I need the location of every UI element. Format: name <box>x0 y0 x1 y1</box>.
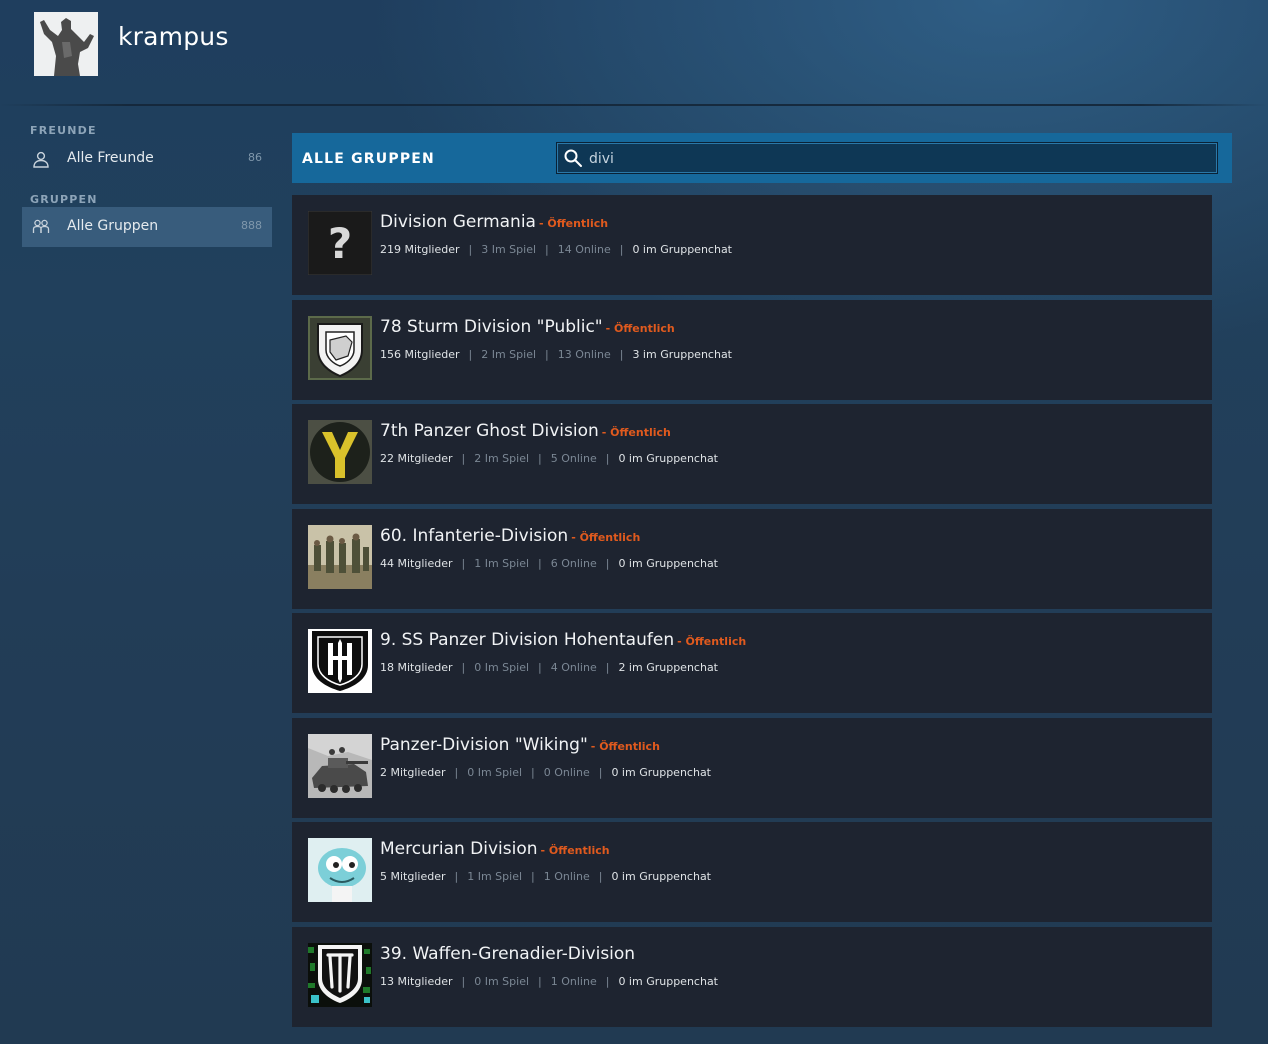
group-row[interactable]: 39. Waffen-Grenadier-Division 13 Mitglie… <box>292 927 1212 1027</box>
sidebar-item-label: Alle Gruppen <box>67 218 159 234</box>
group-name[interactable]: Panzer-Division "Wiking" <box>380 735 588 755</box>
member-count: 5 Mitglieder <box>380 870 446 883</box>
group-name[interactable]: 9. SS Panzer Division Hohentaufen <box>380 630 674 650</box>
online-count: 1 Online <box>543 870 590 883</box>
group-visibility-badge: - Öffentlich <box>677 635 747 648</box>
group-stats: 44 Mitglieder | 1 Im Spiel | 6 Online | 0 im G… <box>380 557 718 570</box>
profile-username[interactable]: krampus <box>118 22 229 51</box>
member-count: 2 Mitglieder <box>380 766 446 779</box>
profile-avatar[interactable] <box>34 12 98 76</box>
friends-heading: FREUNDE <box>30 124 97 137</box>
in-game-count: 3 Im Spiel <box>481 243 537 256</box>
in-game-count: 0 Im Spiel <box>474 975 530 988</box>
group-stats: 13 Mitglieder | 0 Im Spiel | 1 Online | 0 im G… <box>380 975 718 988</box>
group-name[interactable]: 39. Waffen-Grenadier-Division <box>380 944 635 964</box>
member-count: 13 Mitglieder <box>380 975 453 988</box>
group-visibility-badge: - Öffentlich <box>601 426 671 439</box>
group-stats: 5 Mitglieder | 1 Im Spiel | 1 Online | 0 im Gr… <box>380 870 711 883</box>
group-name[interactable]: Division Germania <box>380 212 536 232</box>
group-visibility-badge: - Öffentlich <box>605 322 675 335</box>
group-stats: 156 Mitglieder | 2 Im Spiel | 13 Online | 3 im… <box>380 348 732 361</box>
in-game-count: 2 Im Spiel <box>481 348 537 361</box>
group-name[interactable]: 7th Panzer Ghost Division <box>380 421 599 441</box>
group-visibility-badge: - Öffentlich <box>540 844 610 857</box>
group-chat-count[interactable]: 0 im Gruppenchat <box>618 975 718 988</box>
groups-title: ALLE GRUPPEN <box>302 151 435 167</box>
group-row[interactable]: 7th Panzer Ghost Division - Öffentlich 22… <box>292 404 1212 504</box>
member-count: 156 Mitglieder <box>380 348 460 361</box>
group-chat-count[interactable]: 2 im Gruppenchat <box>618 661 718 674</box>
group-avatar[interactable] <box>308 420 372 484</box>
group-row[interactable]: ? Division Germania - Öffentlich 219 Mitg… <box>292 195 1212 295</box>
group-row[interactable]: 60. Infanterie-Division - Öffentlich 44 M… <box>292 509 1212 609</box>
member-count: 22 Mitglieder <box>380 452 453 465</box>
header-divider <box>0 104 1268 106</box>
sidebar-item-all-friends[interactable]: Alle Freunde 86 <box>22 139 272 179</box>
in-game-count: 1 Im Spiel <box>474 557 530 570</box>
in-game-count: 0 Im Spiel <box>474 661 530 674</box>
group-name[interactable]: 60. Infanterie-Division <box>380 526 568 546</box>
group-search-input[interactable] <box>587 147 1191 171</box>
group-chat-count[interactable]: 0 im Gruppenchat <box>611 870 711 883</box>
groups-heading: GRUPPEN <box>30 193 98 206</box>
group-avatar[interactable] <box>308 734 372 798</box>
group-avatar[interactable]: ? <box>308 211 372 275</box>
sidebar-item-all-groups[interactable]: Alle Gruppen 888 <box>22 207 272 247</box>
group-stats: 2 Mitglieder | 0 Im Spiel | 0 Online | 0 im Gr… <box>380 766 711 779</box>
group-row[interactable]: Mercurian Division - Öffentlich 5 Mitglie… <box>292 822 1212 922</box>
member-count: 44 Mitglieder <box>380 557 453 570</box>
group-visibility-badge: - Öffentlich <box>590 740 660 753</box>
group-name[interactable]: 78 Sturm Division "Public" <box>380 317 603 337</box>
group-chat-count[interactable]: 0 im Gruppenchat <box>618 557 718 570</box>
in-game-count: 0 Im Spiel <box>467 766 523 779</box>
online-count: 13 Online <box>557 348 611 361</box>
svg-text:?: ? <box>328 219 352 268</box>
group-stats: 22 Mitglieder | 2 Im Spiel | 5 Online | 0 im G… <box>380 452 718 465</box>
group-avatar[interactable] <box>308 316 372 380</box>
group-avatar[interactable] <box>308 943 372 1007</box>
online-count: 14 Online <box>557 243 611 256</box>
group-chat-count[interactable]: 0 im Gruppenchat <box>632 243 732 256</box>
group-avatar[interactable] <box>308 838 372 902</box>
sidebar-item-count: 888 <box>241 219 262 232</box>
group-row[interactable]: 9. SS Panzer Division Hohentaufen - Öffen… <box>292 613 1212 713</box>
in-game-count: 2 Im Spiel <box>474 452 530 465</box>
profile-header: krampus <box>0 0 1268 108</box>
group-row[interactable]: 78 Sturm Division "Public" - Öffentlich 1… <box>292 300 1212 400</box>
online-count: 5 Online <box>550 452 597 465</box>
group-row[interactable]: Panzer-Division "Wiking" - Öffentlich 2 M… <box>292 718 1212 818</box>
group-avatar[interactable] <box>308 629 372 693</box>
groups-header-bar: ALLE GRUPPEN <box>292 133 1232 183</box>
sidebar-item-count: 86 <box>248 151 262 164</box>
group-stats: 18 Mitglieder | 0 Im Spiel | 4 Online | 2 im G… <box>380 661 718 674</box>
group-visibility-badge: - Öffentlich <box>571 531 641 544</box>
online-count: 1 Online <box>550 975 597 988</box>
in-game-count: 1 Im Spiel <box>467 870 523 883</box>
user-icon <box>32 150 50 168</box>
online-count: 4 Online <box>550 661 597 674</box>
search-icon <box>563 148 583 168</box>
group-chat-count[interactable]: 0 im Gruppenchat <box>611 766 711 779</box>
online-count: 0 Online <box>543 766 590 779</box>
group-chat-count[interactable]: 0 im Gruppenchat <box>618 452 718 465</box>
group-stats: 219 Mitglieder | 3 Im Spiel | 14 Online | 0 im… <box>380 243 732 256</box>
online-count: 6 Online <box>550 557 597 570</box>
group-visibility-badge: - Öffentlich <box>538 217 609 230</box>
group-avatar[interactable] <box>308 525 372 589</box>
sidebar-item-label: Alle Freunde <box>67 150 154 166</box>
member-count: 18 Mitglieder <box>380 661 453 674</box>
group-search-box[interactable] <box>556 142 1218 174</box>
group-chat-count[interactable]: 3 im Gruppenchat <box>632 348 732 361</box>
member-count: 219 Mitglieder <box>380 243 460 256</box>
group-name[interactable]: Mercurian Division <box>380 839 538 859</box>
group-icon <box>32 218 50 236</box>
